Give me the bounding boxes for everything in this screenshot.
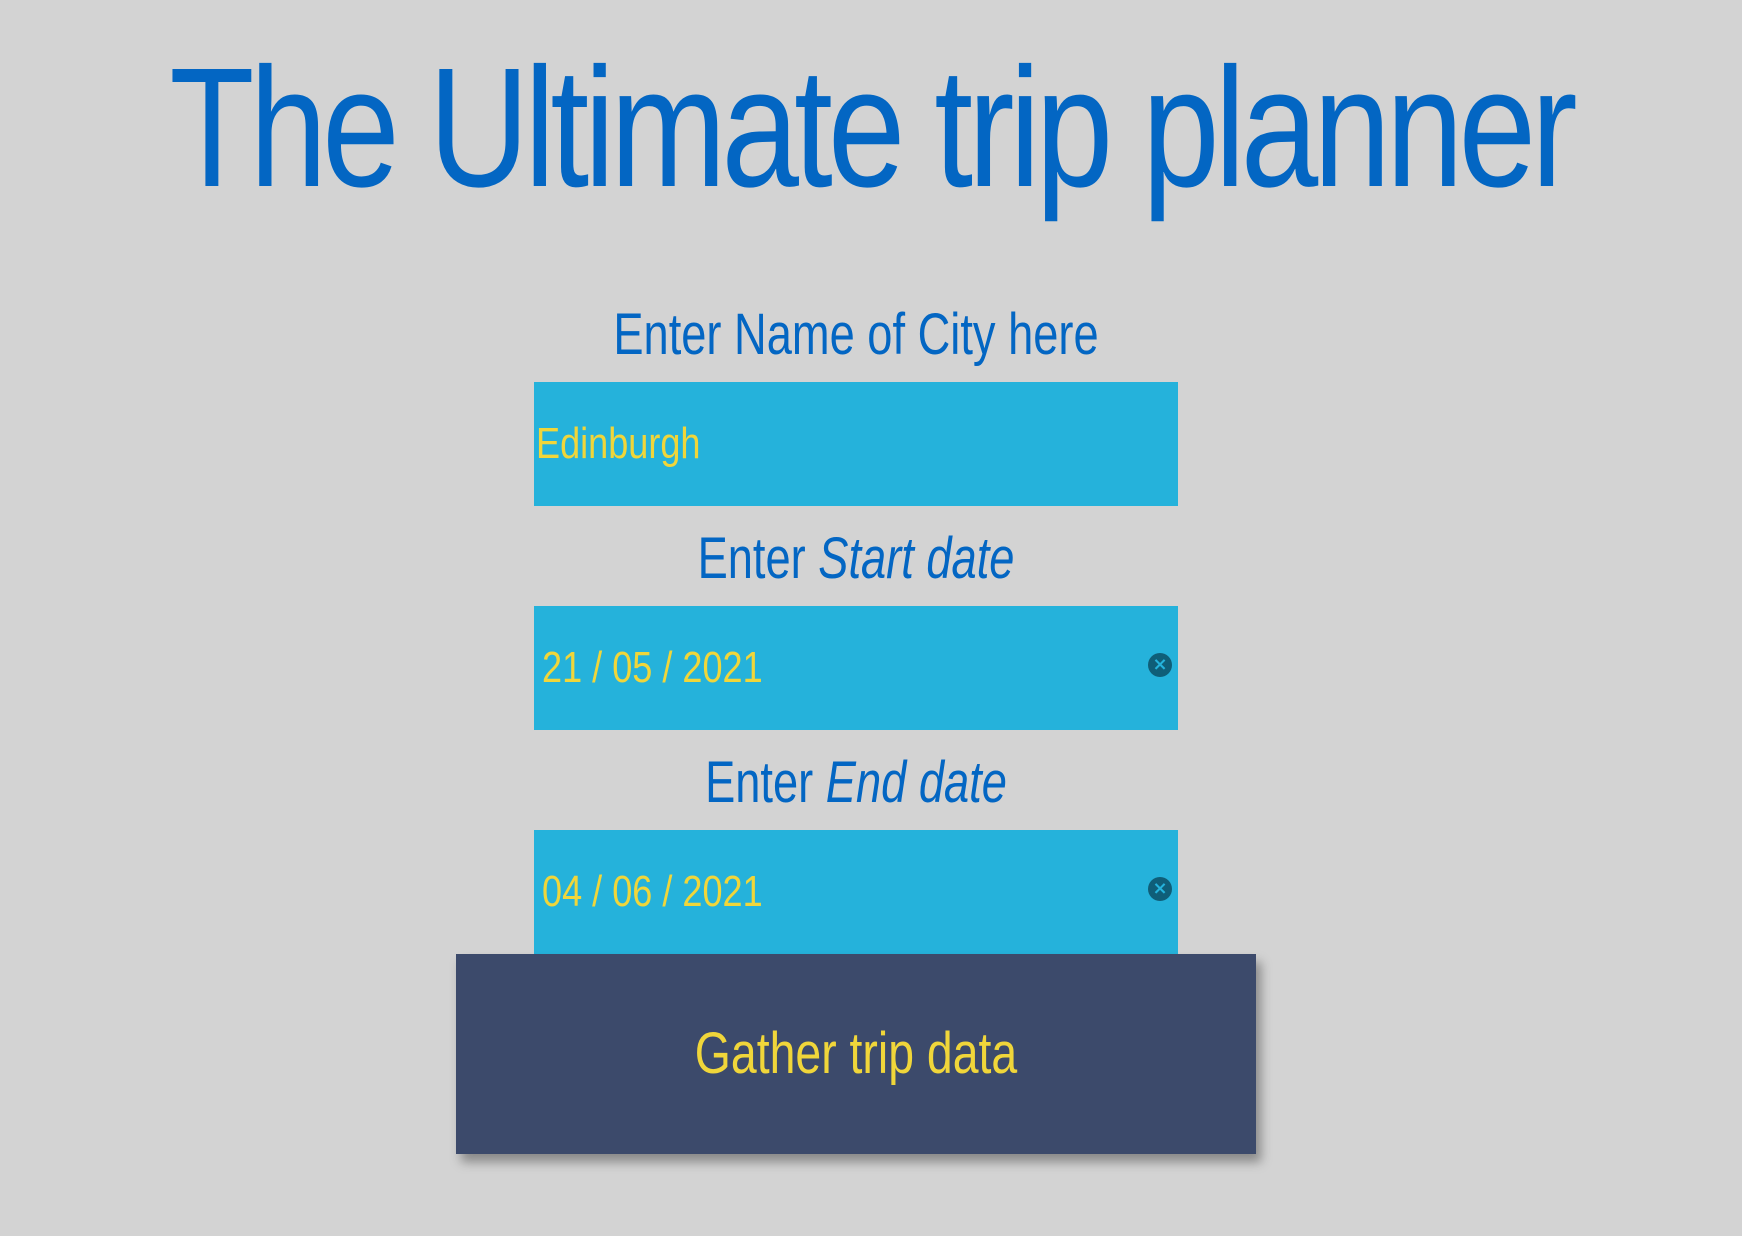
city-label: Enter Name of City here — [605, 300, 1107, 370]
gather-trip-data-button[interactable]: Gather trip data — [456, 954, 1256, 1154]
gather-trip-data-label: Gather trip data — [694, 1021, 1018, 1086]
end-date-input[interactable]: 04 / 06 / 2021 × — [534, 830, 1178, 954]
end-date-label: Enter End date — [605, 748, 1107, 818]
end-date-label-emphasis: End date — [825, 750, 1007, 815]
start-date-value: 21 / 05 / 2021 — [542, 643, 763, 692]
trip-planner-page: The Ultimate trip planner Enter Name of … — [0, 0, 1742, 1236]
start-date-input[interactable]: 21 / 05 / 2021 × — [534, 606, 1178, 730]
end-date-label-prefix: Enter — [705, 750, 814, 815]
city-input-value: Edinburgh — [536, 419, 701, 468]
clear-icon[interactable]: × — [1148, 877, 1172, 901]
end-date-value: 04 / 06 / 2021 — [542, 867, 763, 916]
start-date-label-prefix: Enter — [697, 526, 806, 591]
clear-icon[interactable]: × — [1148, 653, 1172, 677]
start-date-label-emphasis: Start date — [818, 526, 1015, 591]
start-date-label: Enter Start date — [605, 524, 1107, 594]
page-title: The Ultimate trip planner — [169, 33, 1577, 223]
city-input[interactable]: Edinburgh — [534, 382, 1178, 506]
city-label-text: Enter Name of City here — [613, 302, 1099, 367]
